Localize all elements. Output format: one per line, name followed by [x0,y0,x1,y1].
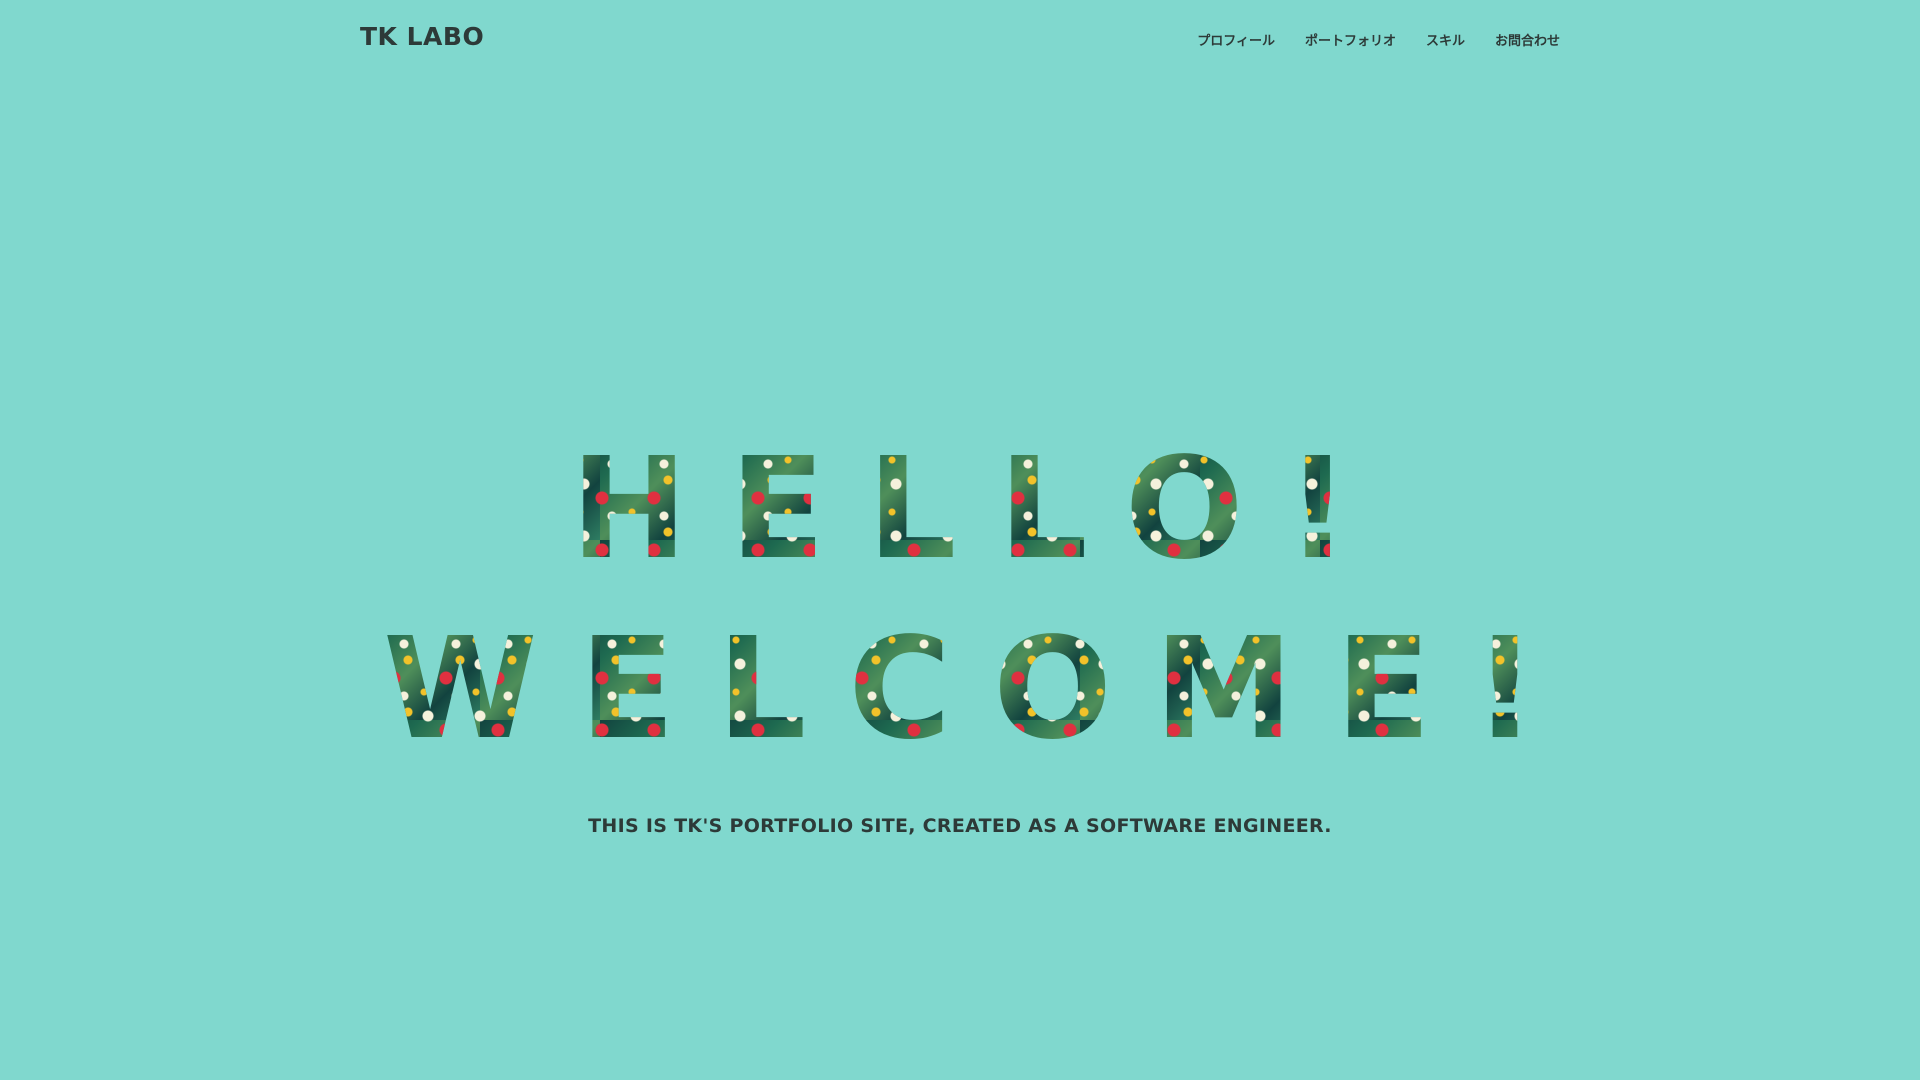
main-nav: プロフィール ポートフォリオ スキル お問合わせ [1197,30,1560,49]
nav-item-portfolio[interactable]: ポートフォリオ [1305,30,1396,49]
hero-heading-welcome: WELCOME! [0,600,1920,780]
site-logo[interactable]: TK LABO [360,22,484,51]
hero-section: HELLO! WELCOME! [0,420,1920,780]
nav-item-profile[interactable]: プロフィール [1197,30,1275,49]
nav-item-contact[interactable]: お問合わせ [1495,30,1560,49]
site-header: TK LABO プロフィール ポートフォリオ スキル お問合わせ [0,0,1920,80]
hero-heading-hello: HELLO! [0,420,1920,600]
hero-subtitle: THIS IS TK'S PORTFOLIO SITE, CREATED AS … [588,815,1332,837]
nav-item-skills[interactable]: スキル [1426,30,1465,49]
